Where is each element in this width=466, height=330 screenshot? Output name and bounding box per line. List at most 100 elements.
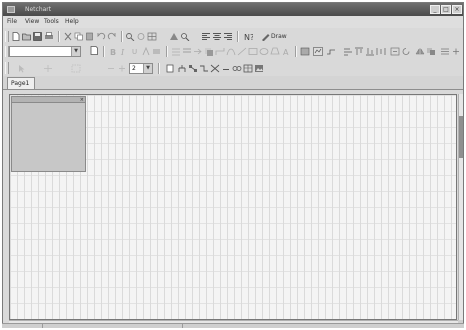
align-bottom-icon[interactable] [365, 47, 375, 56]
paste-icon[interactable] [85, 32, 95, 41]
flow-icon[interactable] [199, 64, 209, 73]
menu-file[interactable]: File [7, 16, 17, 28]
zoom-spinner[interactable]: 2 ▼ [129, 63, 153, 74]
group-icon[interactable] [313, 47, 323, 56]
underline-icon[interactable]: U [130, 47, 140, 56]
cross-icon[interactable] [210, 64, 220, 73]
status-pane [42, 324, 183, 328]
palette-header[interactable]: × [12, 97, 85, 103]
svg-text:U: U [132, 48, 137, 56]
toolbar-separator [103, 46, 105, 57]
bold-icon[interactable]: B [108, 47, 118, 56]
help-icon[interactable]: N? [243, 32, 253, 41]
zoom-out-icon[interactable] [106, 64, 116, 73]
grid-icon[interactable] [147, 32, 157, 41]
shape-icon[interactable] [169, 32, 179, 41]
more-icon[interactable] [451, 47, 461, 56]
line-width-icon[interactable] [182, 47, 192, 56]
arrow-style-icon[interactable] [193, 47, 203, 56]
minus-icon[interactable] [221, 64, 231, 73]
size-icon[interactable] [390, 47, 400, 56]
polygon-icon[interactable] [270, 47, 280, 56]
print-icon[interactable] [44, 32, 54, 41]
connector-icon[interactable] [215, 47, 225, 56]
redo-icon[interactable] [107, 32, 117, 41]
image-icon[interactable] [254, 64, 264, 73]
layer-icon[interactable] [300, 47, 310, 56]
line-icon[interactable] [237, 47, 247, 56]
new-icon[interactable] [11, 32, 21, 41]
zoom-value: 2 [132, 65, 136, 72]
font-color-icon[interactable] [141, 47, 151, 56]
tab-page1[interactable]: Page1 [7, 77, 35, 89]
table-icon[interactable] [243, 64, 253, 73]
arrange-icon[interactable] [343, 47, 353, 56]
menu-view[interactable]: View [25, 16, 39, 28]
line-style-icon[interactable] [171, 47, 181, 56]
open-icon[interactable] [22, 32, 32, 41]
link-icon[interactable] [232, 64, 242, 73]
draw-icon[interactable] [261, 32, 271, 41]
vertical-scrollbar[interactable] [458, 94, 463, 320]
format-toolbar: ▼ B I U A [3, 44, 463, 59]
fill-color-icon[interactable] [152, 47, 162, 56]
tab-label: Page1 [11, 80, 30, 87]
order-icon[interactable] [426, 47, 436, 56]
toolbar-separator [121, 31, 123, 42]
toolbar-grip[interactable] [5, 31, 9, 42]
copy-icon[interactable] [74, 32, 84, 41]
toolbar-grip[interactable] [5, 62, 9, 74]
ellipse-icon[interactable] [259, 47, 269, 56]
app-window: Netchart _ □ × File View Tools Help N? [2, 2, 464, 328]
cut-icon[interactable] [63, 32, 73, 41]
font-name-select[interactable]: ▼ [9, 46, 81, 57]
tree-icon[interactable] [177, 64, 187, 73]
ungroup-icon[interactable] [326, 47, 336, 56]
rectangle-icon[interactable] [248, 47, 258, 56]
align-left-icon[interactable] [201, 32, 211, 41]
drawing-canvas[interactable]: × [9, 94, 457, 320]
zoom-in-icon[interactable] [117, 64, 127, 73]
pan-icon[interactable] [43, 64, 53, 73]
zoom-icon[interactable] [180, 32, 190, 41]
align-right-icon[interactable] [223, 32, 233, 41]
shadow-icon[interactable] [204, 47, 214, 56]
shape-palette[interactable]: × [11, 96, 86, 172]
svg-text:I: I [120, 48, 125, 56]
close-icon[interactable]: × [80, 97, 84, 103]
network-icon[interactable] [188, 64, 198, 73]
svg-text:N?: N? [244, 33, 253, 41]
fit-page-icon[interactable] [165, 64, 175, 73]
status-pane [2, 324, 43, 328]
toolbar-separator [295, 46, 297, 57]
chevron-down-icon: ▼ [143, 64, 152, 73]
menu-help[interactable]: Help [65, 16, 79, 28]
flip-icon[interactable] [415, 47, 425, 56]
vertical-scroll-thumb[interactable] [459, 116, 463, 158]
refresh-icon[interactable] [136, 32, 146, 41]
undo-icon[interactable] [96, 32, 106, 41]
draw-button-label[interactable]: Draw [271, 31, 287, 42]
find-icon[interactable] [125, 32, 135, 41]
curve-icon[interactable] [226, 47, 236, 56]
properties-icon[interactable] [440, 47, 450, 56]
menu-bar: File View Tools Help [3, 16, 463, 28]
align-top-icon[interactable] [354, 47, 364, 56]
app-icon [7, 6, 15, 13]
select-area-icon[interactable] [71, 64, 81, 73]
rotate-icon[interactable] [401, 47, 411, 56]
window-title: Netchart [25, 6, 52, 13]
minimize-icon[interactable]: _ [430, 5, 440, 14]
maximize-icon[interactable]: □ [441, 5, 451, 14]
distribute-icon[interactable] [376, 47, 386, 56]
text-box-icon[interactable]: A [281, 47, 291, 56]
close-icon[interactable]: × [452, 5, 462, 14]
italic-icon[interactable]: I [119, 47, 129, 56]
menu-tools[interactable]: Tools [44, 16, 59, 28]
page-icon[interactable] [89, 46, 99, 55]
title-bar[interactable]: Netchart _ □ × [3, 3, 463, 16]
save-icon[interactable] [33, 32, 43, 41]
toolbar-separator [58, 31, 60, 42]
pointer-icon[interactable] [17, 64, 27, 73]
align-center-icon[interactable] [212, 32, 222, 41]
